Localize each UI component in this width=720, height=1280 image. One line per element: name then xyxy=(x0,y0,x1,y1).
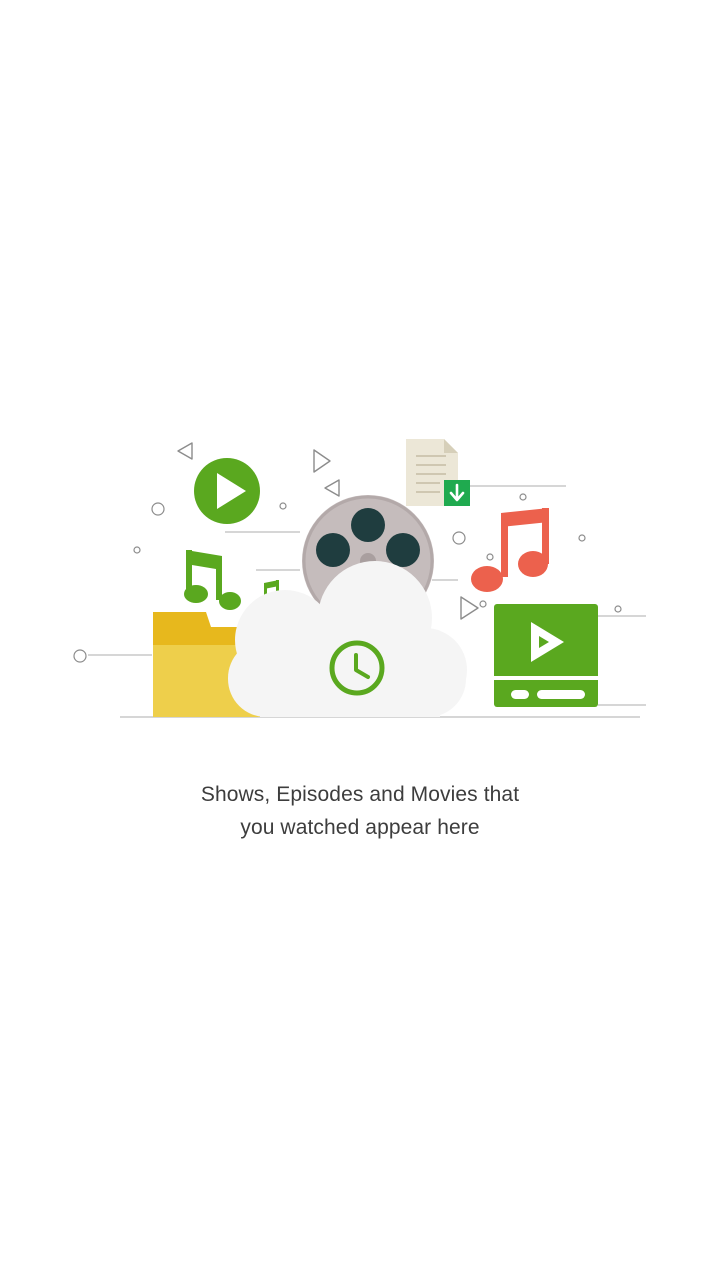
video-player-icon xyxy=(494,604,598,707)
empty-state-message-line-2: you watched appear here xyxy=(240,816,480,839)
music-note-icon xyxy=(471,508,549,592)
document-download-icon xyxy=(406,439,470,506)
music-note-icon-green xyxy=(184,550,241,610)
empty-state-illustration xyxy=(0,430,720,730)
empty-state-message-line-1: Shows, Episodes and Movies that xyxy=(200,783,520,806)
play-icon xyxy=(194,458,260,524)
watch-history-screen: Shows, Episodes and Movies that you watc… xyxy=(0,0,720,1280)
empty-state-message: Shows, Episodes and Movies that you watc… xyxy=(0,778,720,844)
